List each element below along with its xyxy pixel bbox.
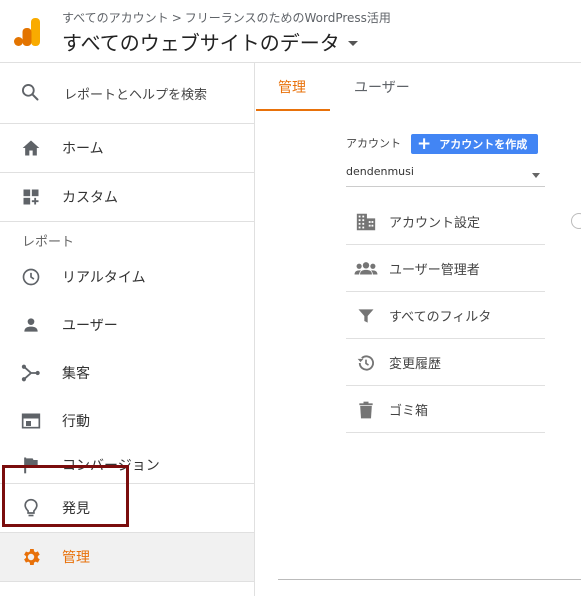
search-placeholder: レポートとヘルプを検索 [64, 88, 208, 103]
menu-item-label: 変更履歴 [389, 357, 442, 372]
sidebar-item-custom[interactable]: カスタム [0, 173, 254, 221]
menu-item-label: ユーザー管理者 [389, 263, 480, 278]
sidebar-item-label: 集客 [62, 366, 90, 382]
merge-icon [20, 362, 42, 384]
sidebar-item-acquisition[interactable]: 集客 [0, 349, 254, 397]
account-selected-value: dendenmusi [346, 165, 414, 178]
search-reports-input[interactable]: レポートとヘルプを検索 [0, 63, 254, 124]
divider [0, 221, 254, 222]
gear-icon [20, 546, 42, 568]
create-account-label: アカウントを作成 [439, 138, 528, 151]
chevron-down-icon [532, 173, 540, 178]
sidebar-item-label: 行動 [62, 414, 90, 430]
building-icon [354, 210, 378, 234]
sidebar-item-realtime[interactable]: リアルタイム [0, 253, 254, 301]
trash-icon [354, 398, 378, 422]
admin-tabs: 管理 ユーザー [256, 63, 581, 111]
menu-item-label: アカウント設定 [389, 216, 481, 231]
analytics-logo-icon[interactable] [14, 18, 40, 46]
content-bottom-border [278, 579, 581, 580]
menu-account-settings[interactable]: アカウント設定 [346, 199, 545, 245]
menu-all-filters[interactable]: すべてのフィルタ [346, 293, 545, 339]
reports-section-label: レポート [22, 235, 75, 250]
home-icon [20, 137, 42, 159]
person-icon [20, 314, 42, 336]
create-account-button[interactable]: + アカウントを作成 [411, 134, 538, 154]
menu-item-label: すべてのフィルタ [389, 310, 492, 325]
admin-highlight-box [2, 465, 129, 527]
web-window-icon [20, 410, 42, 432]
top-header: すべてのアカウント > フリーランスのためのWordPress活用 すべてのウェブサ… [0, 0, 581, 63]
people-icon [354, 257, 378, 281]
sidebar-item-home[interactable]: ホーム [0, 123, 254, 172]
breadcrumb[interactable]: すべてのアカウント > フリーランスのためのWordPress活用 [62, 9, 391, 26]
active-tab-indicator [256, 109, 330, 111]
sidebar-item-admin[interactable]: 管理 [0, 533, 254, 581]
sidebar-item-label: ホーム [62, 140, 104, 157]
tab-admin[interactable]: 管理 [278, 63, 306, 111]
sidebar-item-audience[interactable]: ユーザー [0, 301, 254, 349]
filter-icon [354, 304, 378, 328]
chevron-down-icon[interactable] [347, 41, 358, 46]
sidebar-item-label: 管理 [62, 550, 90, 566]
sidebar-item-label: カスタム [62, 190, 118, 206]
tab-user[interactable]: ユーザー [354, 63, 410, 111]
breadcrumb-property[interactable]: フリーランスのためのWordPress活用 [185, 11, 391, 25]
account-column-label: アカウント [346, 137, 401, 150]
property-selector[interactable]: すべてのウェブサイトのデータ [62, 27, 358, 56]
breadcrumb-separator: > [171, 11, 182, 25]
search-icon [20, 82, 42, 104]
account-selector[interactable]: dendenmusi [346, 165, 545, 187]
divider [0, 581, 254, 582]
collapse-handle[interactable] [571, 213, 581, 229]
dashboard-add-icon [20, 186, 42, 208]
sidebar-item-behavior[interactable]: 行動 [0, 397, 254, 445]
sidebar-item-label: リアルタイム [62, 270, 146, 286]
sidebar-item-label: ユーザー [62, 318, 118, 334]
history-icon [354, 351, 378, 375]
menu-item-label: ゴミ箱 [389, 404, 429, 419]
property-title[interactable]: すべてのウェブサイトのデータ [62, 27, 340, 56]
menu-user-management[interactable]: ユーザー管理者 [346, 246, 545, 292]
menu-trash[interactable]: ゴミ箱 [346, 387, 545, 433]
breadcrumb-account[interactable]: すべてのアカウント [62, 11, 169, 25]
menu-change-history[interactable]: 変更履歴 [346, 340, 545, 386]
plus-icon: + [417, 133, 432, 154]
clock-icon [20, 266, 42, 288]
